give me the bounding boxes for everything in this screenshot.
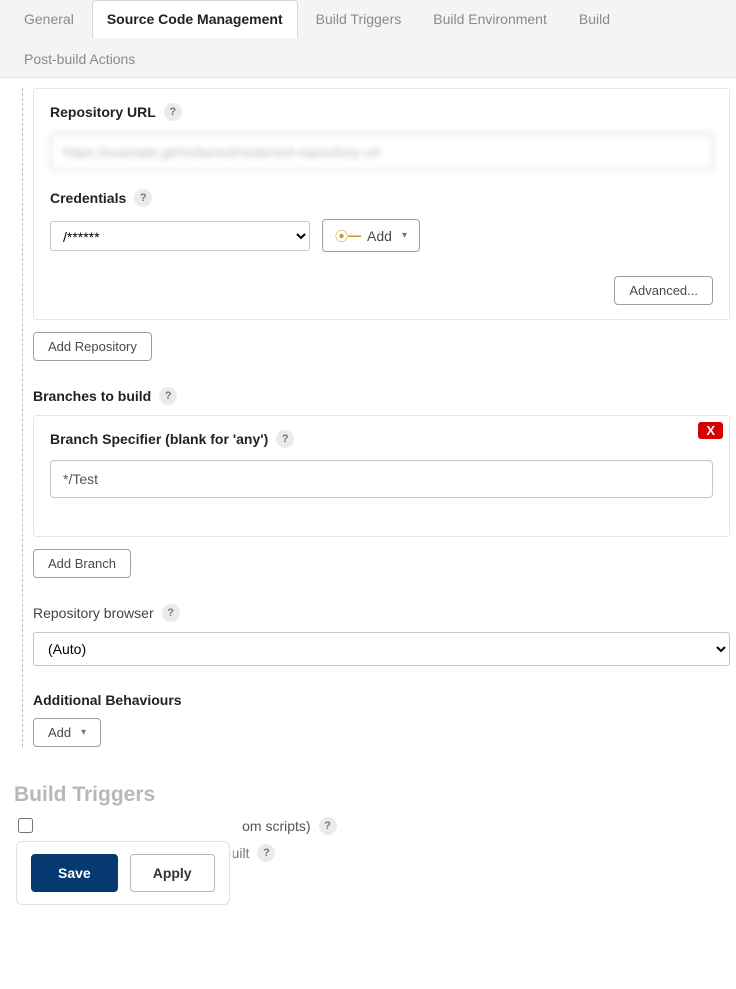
repo-browser-label: Repository browser bbox=[33, 605, 154, 621]
credentials-select[interactable]: /****** bbox=[50, 221, 310, 251]
help-icon[interactable]: ? bbox=[134, 189, 152, 207]
help-icon[interactable]: ? bbox=[164, 103, 182, 121]
tab-general[interactable]: General bbox=[10, 1, 88, 37]
branches-section-title: Branches to build ? bbox=[33, 387, 730, 405]
add-behaviour-button[interactable]: Add bbox=[33, 718, 101, 747]
build-triggers-heading: Build Triggers bbox=[14, 783, 730, 807]
scm-section-wrap: Repository URL ? Credentials ? /****** ⦿… bbox=[22, 88, 730, 747]
add-branch-button[interactable]: Add Branch bbox=[33, 549, 131, 578]
apply-button[interactable]: Apply bbox=[130, 854, 215, 892]
branch-specifier-label-row: Branch Specifier (blank for 'any') ? bbox=[50, 430, 294, 448]
add-credentials-label: Add bbox=[367, 228, 392, 244]
tab-build[interactable]: Build bbox=[565, 1, 624, 37]
branch-panel: X Branch Specifier (blank for 'any') ? bbox=[33, 415, 730, 537]
repository-url-input[interactable] bbox=[50, 133, 713, 171]
branch-specifier-label: Branch Specifier (blank for 'any') bbox=[50, 431, 268, 447]
help-icon[interactable]: ? bbox=[276, 430, 294, 448]
footer-action-bar: Save Apply bbox=[16, 841, 230, 905]
help-icon[interactable]: ? bbox=[159, 387, 177, 405]
tab-post-build-actions[interactable]: Post-build Actions bbox=[10, 41, 149, 77]
repository-url-label: Repository URL bbox=[50, 104, 156, 120]
credentials-field: Credentials ? /****** ⦿━ Add bbox=[50, 189, 713, 252]
repository-url-label-row: Repository URL ? bbox=[50, 103, 182, 121]
key-icon: ⦿━ bbox=[335, 226, 361, 245]
help-icon[interactable]: ? bbox=[257, 844, 275, 862]
tab-source-code-management[interactable]: Source Code Management bbox=[92, 0, 298, 38]
additional-behaviours-title: Additional Behaviours bbox=[33, 692, 730, 708]
credentials-label: Credentials bbox=[50, 190, 126, 206]
credentials-row: /****** ⦿━ Add bbox=[50, 219, 713, 252]
repo-browser-title-row: Repository browser ? bbox=[33, 604, 730, 622]
advanced-row: Advanced... bbox=[50, 276, 713, 305]
save-button[interactable]: Save bbox=[31, 854, 118, 892]
repo-browser-select[interactable]: (Auto) bbox=[33, 632, 730, 666]
additional-behaviours-label: Additional Behaviours bbox=[33, 692, 182, 708]
tab-build-triggers[interactable]: Build Triggers bbox=[302, 1, 416, 37]
config-tabs: General Source Code Management Build Tri… bbox=[0, 0, 736, 78]
trigger-remote-tail: om scripts) bbox=[242, 818, 310, 834]
help-icon[interactable]: ? bbox=[319, 817, 337, 835]
add-credentials-button[interactable]: ⦿━ Add bbox=[322, 219, 420, 252]
add-behaviour-label: Add bbox=[48, 725, 71, 740]
tab-build-environment[interactable]: Build Environment bbox=[419, 1, 561, 37]
delete-branch-button[interactable]: X bbox=[698, 422, 723, 439]
repository-url-field: Repository URL ? bbox=[50, 103, 713, 171]
add-repository-button[interactable]: Add Repository bbox=[33, 332, 152, 361]
trigger-remote-checkbox[interactable] bbox=[18, 818, 33, 833]
advanced-button[interactable]: Advanced... bbox=[614, 276, 713, 305]
credentials-label-row: Credentials ? bbox=[50, 189, 152, 207]
repository-panel: Repository URL ? Credentials ? /****** ⦿… bbox=[33, 88, 730, 320]
trigger-remote-row[interactable]: Trigger builds remotely (e.g., fr om scr… bbox=[14, 815, 730, 836]
branches-label: Branches to build bbox=[33, 388, 151, 404]
help-icon[interactable]: ? bbox=[162, 604, 180, 622]
branch-specifier-input[interactable] bbox=[50, 460, 713, 498]
